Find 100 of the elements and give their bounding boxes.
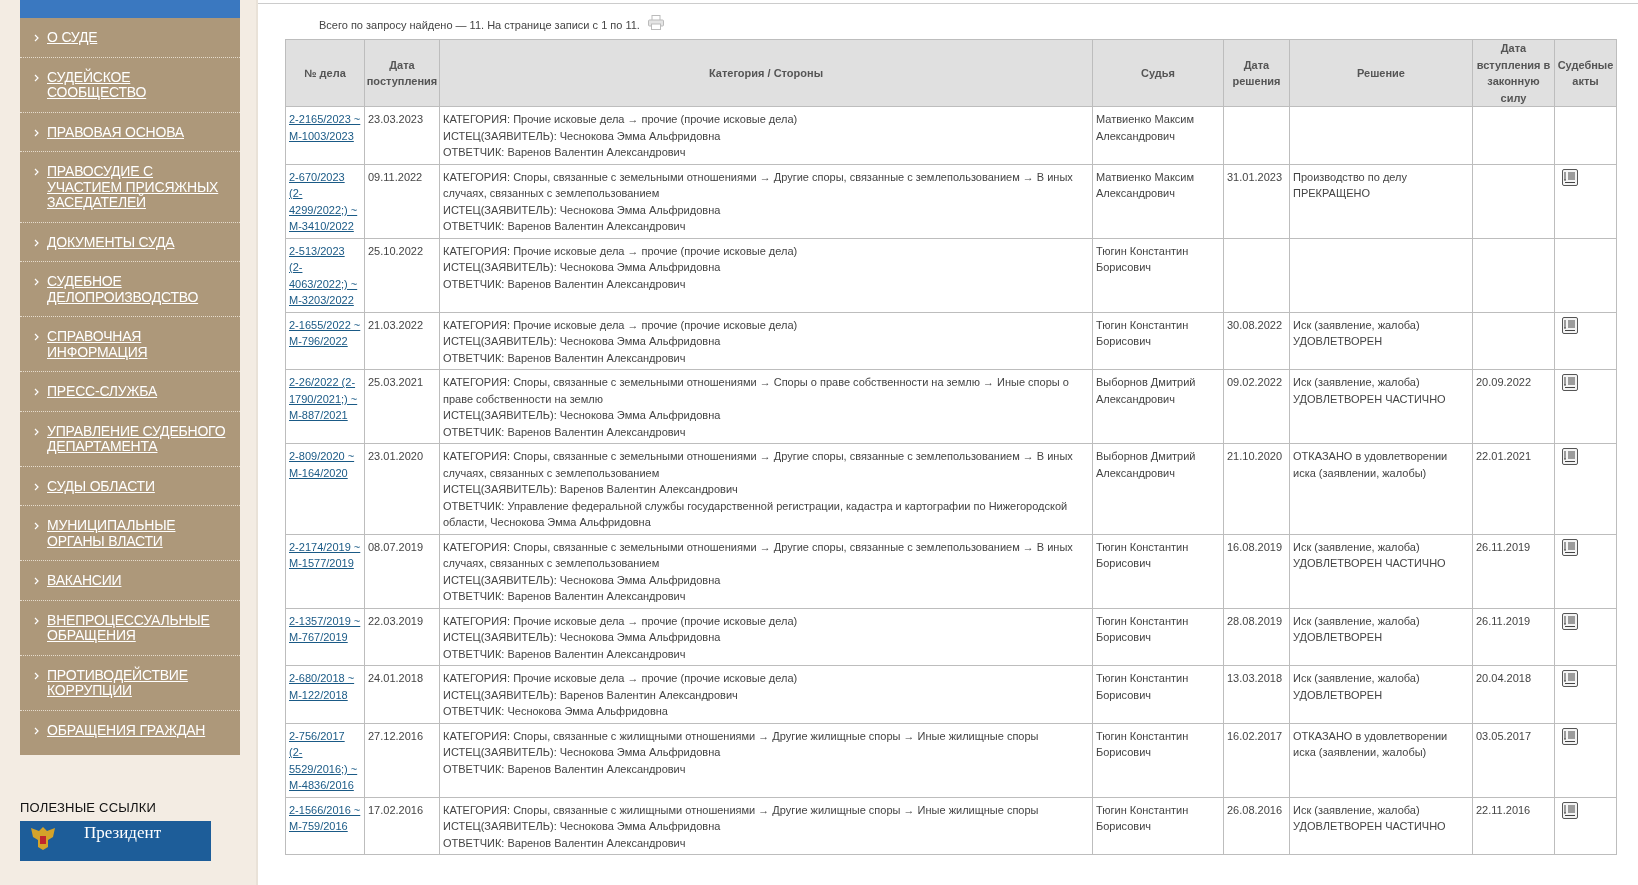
date-text: 21.10.2020 bbox=[1227, 450, 1283, 462]
date-text: 31.01.2023 bbox=[1227, 170, 1283, 183]
menu-item[interactable]: МУНИЦИПАЛЬНЫЕ ОРГАНЫ ВЛАСТИ bbox=[47, 518, 227, 549]
document-icon[interactable] bbox=[1562, 374, 1578, 391]
date-text: 27.12.2016 bbox=[368, 729, 424, 742]
plaintiff-text: ИСТЕЦ(ЗАЯВИТЕЛЬ): Варенов Валентин Александрович bbox=[443, 482, 739, 497]
judge-name: Тюгин Константин Борисович bbox=[1096, 729, 1189, 758]
defendant-text: ОТВЕТЧИК: Варенов Валентин Александрович bbox=[443, 589, 687, 604]
menu-item[interactable]: ПРАВОВАЯ ОСНОВА bbox=[47, 124, 184, 140]
decision-text: Иск (заявление, жалоба) УДОВЛЕТВОРЕН ЧАСТИЧНО bbox=[1293, 376, 1446, 405]
date-text: 23.03.2023 bbox=[368, 113, 424, 125]
document-icon[interactable] bbox=[1562, 612, 1578, 630]
date-text: 26.11.2019 bbox=[1476, 540, 1531, 553]
category-text: КАТЕГОРИЯ: Споры, связанные с земельными отношениями → Другие споры, связанные с землепользованием → В иных случаях, связанных с землепользованием bbox=[443, 539, 1074, 571]
decision-text: ОТКАЗАНО в удовлетворении иска (заявлении, жалобы) bbox=[1293, 450, 1448, 479]
menu-item[interactable]: ДОКУМЕНТЫ СУДА bbox=[47, 234, 175, 250]
document-icon[interactable] bbox=[1562, 168, 1578, 186]
president-banner[interactable]: Президент bbox=[20, 821, 211, 861]
category-text: КАТЕГОРИЯ: Прочие исковые дела → прочие (прочие исковые дела) bbox=[443, 112, 799, 127]
defendant-text: ОТВЕТЧИК: Варенов Валентин Александрович bbox=[443, 835, 687, 851]
section-title: ПОЛЕЗНЫЕ ССЫЛКИ bbox=[20, 800, 157, 816]
chevron-icon bbox=[34, 73, 39, 82]
menu-item[interactable]: ОБРАЩЕНИЯ ГРАЖДАН bbox=[47, 722, 206, 738]
decision-text: Производство по делу ПРЕКРАЩЕНО bbox=[1293, 170, 1407, 199]
defendant-text: ОТВЕТЧИК: Варенов Валентин Александрович bbox=[443, 646, 687, 662]
chevron-icon bbox=[34, 128, 39, 137]
defendant-text: ОТВЕТЧИК: Варенов Валентин Александрович bbox=[443, 761, 687, 777]
plaintiff-text: ИСТЕЦ(ЗАЯВИТЕЛЬ): Чеснокова Эмма Альфридовна bbox=[443, 630, 722, 645]
date-text: 17.02.2016 bbox=[368, 803, 424, 816]
document-icon[interactable] bbox=[1562, 448, 1578, 465]
chevron-icon bbox=[34, 482, 39, 491]
judge-name: Матвиенко Максим Александрович bbox=[1096, 170, 1195, 199]
document-icon[interactable] bbox=[1562, 727, 1578, 745]
menu-item[interactable]: ВАКАНСИИ bbox=[47, 573, 122, 589]
date-text: 16.02.2017 bbox=[1227, 729, 1283, 742]
defendant-text: ОТВЕТЧИК: Варенов Валентин Александрович bbox=[443, 276, 687, 292]
plaintiff-text: ИСТЕЦ(ЗАЯВИТЕЛЬ): Чеснокова Эмма Альфридовна bbox=[443, 202, 722, 218]
judge-name: Матвиенко Максим Александрович bbox=[1096, 113, 1195, 142]
date-text: 26.11.2019 bbox=[1476, 614, 1531, 627]
date-text: 09.11.2022 bbox=[368, 170, 423, 183]
document-icon[interactable] bbox=[1562, 316, 1578, 334]
category-text: КАТЕГОРИЯ: Прочие исковые дела → прочие (прочие исковые дела) bbox=[443, 671, 799, 686]
menu-item[interactable]: ПРЕСС-СЛУЖБА bbox=[47, 384, 158, 400]
banner-text: Президент bbox=[84, 823, 162, 843]
category-text: КАТЕГОРИЯ: Прочие исковые дела → прочие (прочие исковые дела) bbox=[443, 317, 799, 333]
chevron-icon bbox=[34, 427, 39, 436]
category-text: КАТЕГОРИЯ: Прочие исковые дела → прочие (прочие исковые дела) bbox=[443, 243, 799, 259]
judge-name: Тюгин Константин Борисович bbox=[1096, 614, 1189, 643]
chevron-icon bbox=[34, 726, 39, 735]
date-text: 30.08.2022 bbox=[1227, 318, 1283, 331]
plaintiff-text: ИСТЕЦ(ЗАЯВИТЕЛЬ): Чеснокова Эмма Альфридовна bbox=[443, 745, 722, 760]
menu-item[interactable]: СУДЕБНОЕ ДЕЛОПРОИЗВОДСТВО bbox=[47, 274, 227, 305]
date-text: 26.08.2016 bbox=[1227, 803, 1283, 816]
menu-item[interactable]: СУДЕЙСКОЕ СООБЩЕСТВО bbox=[47, 69, 227, 101]
judge-name: Выборнов Дмитрий Александрович bbox=[1096, 450, 1196, 479]
plaintiff-text: ИСТЕЦ(ЗАЯВИТЕЛЬ): Чеснокова Эмма Альфридовна bbox=[443, 408, 722, 423]
judge-name: Тюгин Константин Борисович bbox=[1096, 244, 1189, 273]
plaintiff-text: ИСТЕЦ(ЗАЯВИТЕЛЬ): Чеснокова Эмма Альфридовна bbox=[443, 260, 722, 275]
menu-item[interactable]: УПРАВЛЕНИЕ СУДЕБНОГО ДЕПАРТАМЕНТА bbox=[47, 423, 227, 455]
chevron-icon bbox=[34, 522, 39, 530]
date-text: 09.02.2022 bbox=[1227, 376, 1283, 388]
plaintiff-text: ИСТЕЦ(ЗАЯВИТЕЛЬ): Варенов Валентин Александрович bbox=[443, 687, 739, 703]
category-text: КАТЕГОРИЯ: Прочие исковые дела → прочие (прочие исковые дела) bbox=[443, 613, 799, 629]
date-text: 23.01.2020 bbox=[368, 450, 424, 462]
plaintiff-text: ИСТЕЦ(ЗАЯВИТЕЛЬ): Чеснокова Эмма Альфридовна bbox=[443, 819, 722, 834]
column-header: Категория / Стороны bbox=[439, 39, 1093, 107]
date-text: 20.04.2018 bbox=[1476, 672, 1532, 684]
menu-item[interactable]: СПРАВОЧНАЯ ИНФОРМАЦИЯ bbox=[47, 329, 227, 360]
column-header: Судебные акты bbox=[1554, 39, 1617, 107]
column-header: Решение bbox=[1289, 39, 1473, 107]
date-text: 22.01.2021 bbox=[1476, 450, 1532, 462]
chevron-icon bbox=[34, 388, 39, 396]
date-text: 16.08.2019 bbox=[1227, 540, 1283, 553]
column-header: Судья bbox=[1092, 39, 1224, 107]
judge-name: Тюгин Константин Борисович bbox=[1096, 672, 1189, 701]
judge-name: Выборнов Дмитрий Александрович bbox=[1096, 376, 1196, 405]
menu-item[interactable]: О СУДЕ bbox=[47, 30, 98, 46]
menu-item[interactable]: ВНЕПРОЦЕССУАЛЬНЫЕ ОБРАЩЕНИЯ bbox=[47, 612, 227, 644]
menu-item[interactable]: СУДЫ ОБЛАСТИ bbox=[47, 478, 155, 494]
menu-item[interactable]: ПРАВОСУДИЕ С УЧАСТИЕМ ПРИСЯЖНЫХ ЗАСЕДАТЕЛЕЙ bbox=[47, 164, 227, 211]
decision-text: Иск (заявление, жалоба) УДОВЛЕТВОРЕН ЧАСТИЧНО bbox=[1293, 540, 1446, 569]
category-text: КАТЕГОРИЯ: Споры, связанные с земельными отношениями → Другие споры, связанные с землепользованием → В иных случаях, связанных с землепользованием bbox=[443, 449, 1074, 481]
judge-name: Тюгин Константин Борисович bbox=[1096, 540, 1189, 569]
date-text: 22.03.2019 bbox=[368, 614, 424, 627]
category-text: КАТЕГОРИЯ: Споры, связанные с жилищными отношениями → Другие жилищные споры → Иные жилищные споры bbox=[443, 802, 1040, 818]
date-text: 28.08.2019 bbox=[1227, 614, 1283, 627]
date-text: 25.10.2022 bbox=[368, 244, 424, 257]
chevron-icon bbox=[34, 616, 39, 625]
chevron-icon bbox=[34, 34, 39, 42]
defendant-text: ОТВЕТЧИК: Управление федеральной службы государственной регистрации, кадастра и картографии по Нижегородской области, Чеснокова Эмма Альфридовна bbox=[443, 498, 1069, 530]
date-text: 08.07.2019 bbox=[368, 540, 424, 553]
document-icon[interactable] bbox=[1562, 538, 1578, 556]
defendant-text: ОТВЕТЧИК: Варенов Валентин Александрович bbox=[443, 350, 687, 366]
defendant-text: ОТВЕТЧИК: Варенов Валентин Александрович bbox=[443, 424, 687, 440]
document-icon[interactable] bbox=[1562, 801, 1578, 819]
document-icon[interactable] bbox=[1562, 670, 1578, 687]
menu-item[interactable]: ПРОТИВОДЕЙСТВИЕ КОРРУПЦИИ bbox=[47, 667, 227, 699]
defendant-text: ОТВЕТЧИК: Варенов Валентин Александрович bbox=[443, 145, 687, 160]
decision-text: Иск (заявление, жалоба) УДОВЛЕТВОРЕН ЧАСТИЧНО bbox=[1293, 803, 1446, 832]
defendant-text: ОТВЕТЧИК: Варенов Валентин Александрович bbox=[443, 219, 687, 234]
